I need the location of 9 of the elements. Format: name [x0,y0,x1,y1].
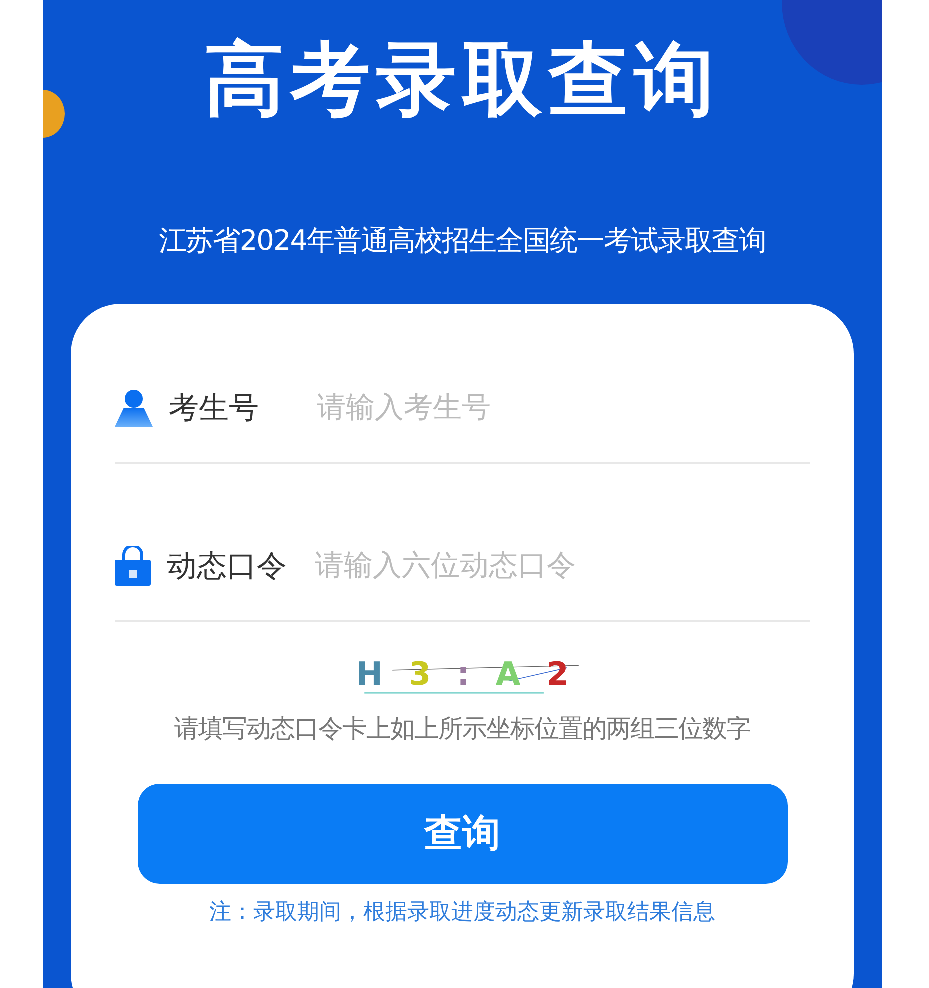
note-text: 注：录取期间，根据录取进度动态更新录取结果信息 [208,898,716,926]
hint-text: 请填写动态口令卡上如上所示坐标位置的两组三位数字 [174,713,752,745]
page-title: 高考录取查询 [204,32,720,128]
page-subtitle: 江苏省2024年普通高校招生全国统一考试录取查询 [158,223,768,259]
query-button[interactable]: 查询 [138,784,788,884]
user-icon [115,389,153,427]
field-label: 考生号 [169,390,260,428]
lock-icon [115,546,151,586]
field-label: 动态口令 [167,548,288,586]
